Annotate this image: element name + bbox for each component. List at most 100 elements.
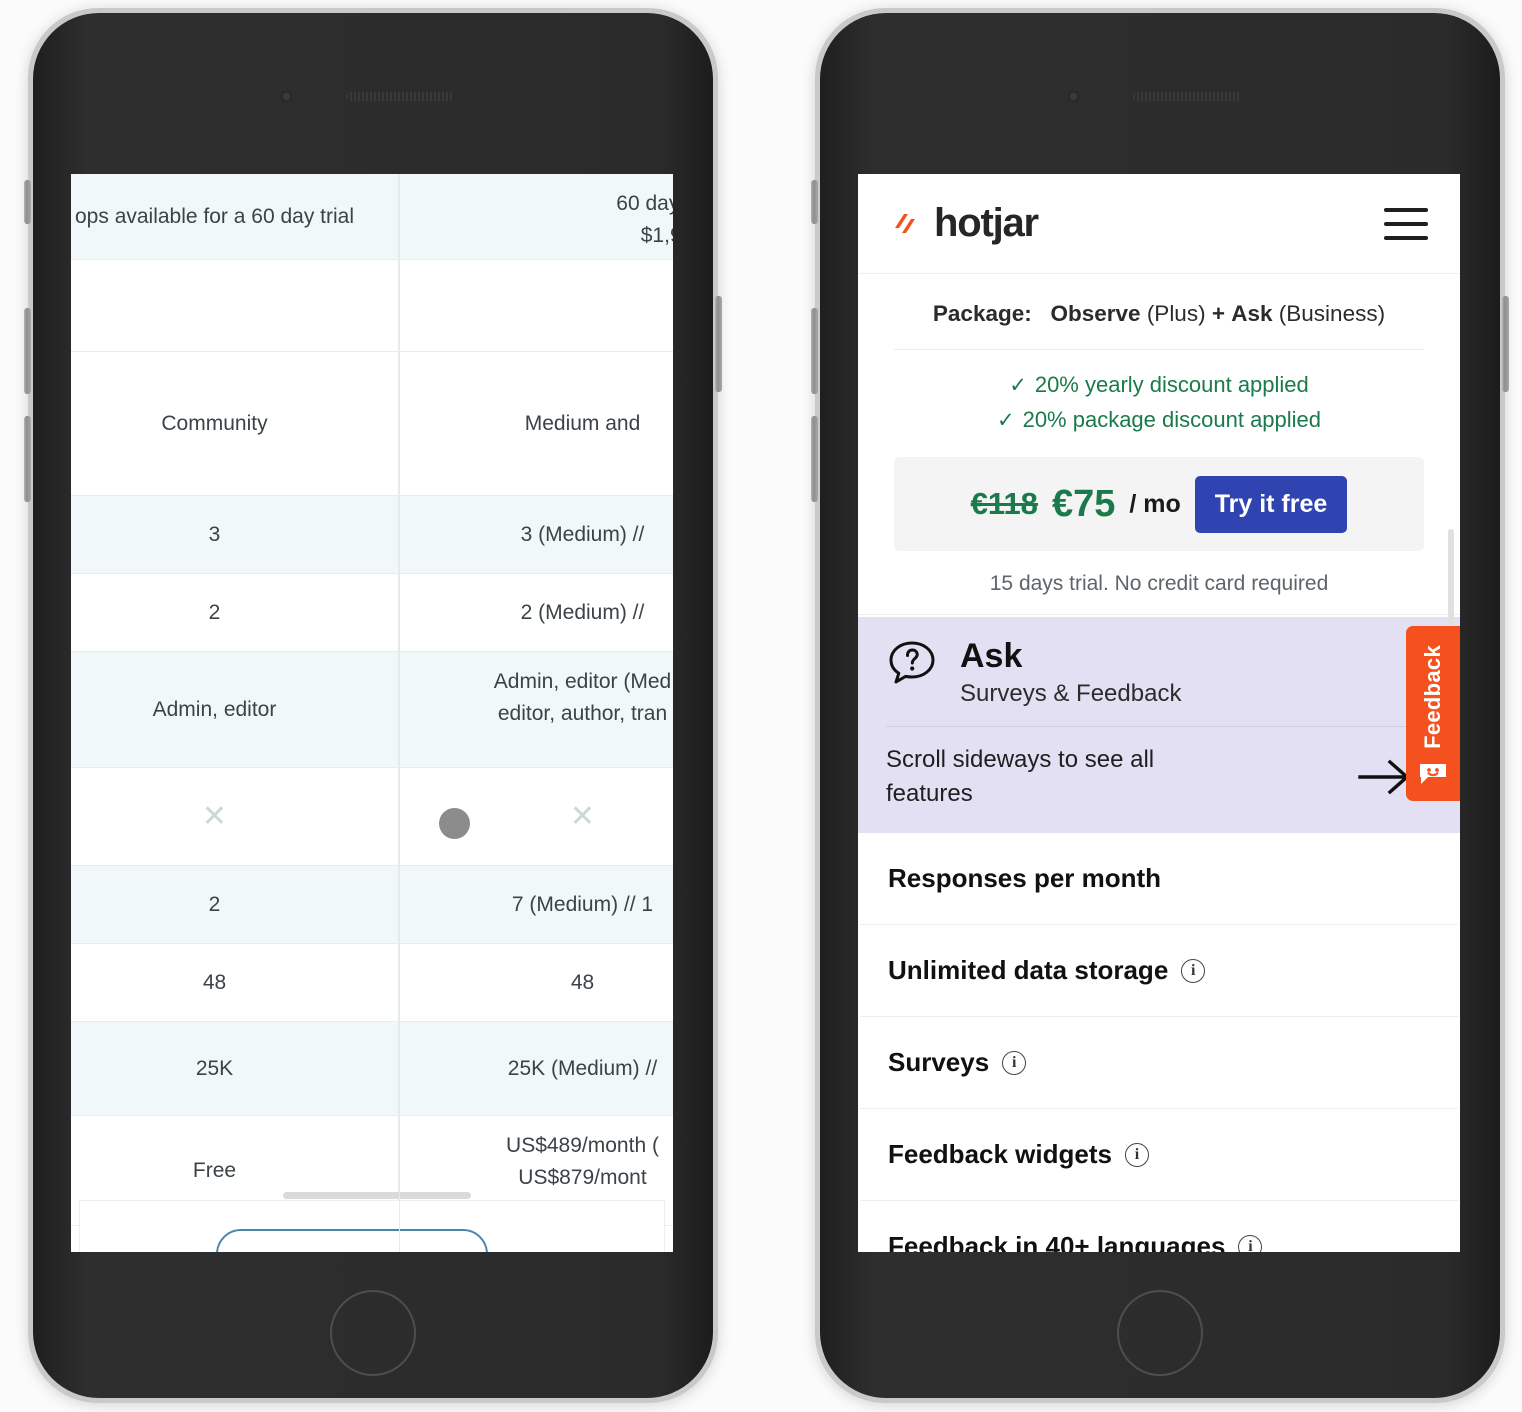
try-it-free-button[interactable]: Try it free: [1194, 475, 1348, 533]
info-icon[interactable]: i: [1124, 1142, 1149, 1167]
screenshot-stage: ops available for a 60 day trial60 day f…: [0, 0, 1522, 1412]
hotjar-flame-icon: [895, 213, 915, 233]
power-button[interactable]: [715, 296, 722, 392]
ask-header: Ask Surveys & Feedback: [858, 637, 1460, 708]
feature-label: Feedback in 40+ languages: [888, 1231, 1226, 1252]
screen-left: ops available for a 60 day trial60 day f…: [71, 174, 673, 1252]
silent-switch[interactable]: [811, 180, 818, 224]
phone-mockup-right: hotjar Package: Observe (Plus) + Ask (Bu…: [811, 8, 1509, 1403]
table-cell: Medium and: [399, 352, 673, 495]
hotjar-logo[interactable]: hotjar: [892, 201, 1039, 246]
phone-body-left: ops available for a 60 day trial60 day f…: [33, 13, 713, 1398]
feedback-tab-button[interactable]: Feedback: [1406, 626, 1460, 801]
trial-note: 15 days trial. No credit card required: [858, 551, 1460, 616]
table-cell: 48: [399, 944, 673, 1021]
table-row: 48 48: [71, 944, 673, 1022]
question-bubble-icon: [889, 641, 935, 684]
table-cell-line: US$879/mont: [518, 1165, 647, 1189]
earpiece-speaker-icon: [1133, 92, 1241, 101]
feature-row[interactable]: Surveys i: [860, 1017, 1458, 1110]
package-ask-tier: (Business): [1278, 301, 1386, 326]
table-row: 22 (Medium) //: [71, 574, 673, 652]
price-original: €118: [970, 486, 1038, 522]
price-bar: €118 €75 / mo Try it free: [894, 457, 1424, 552]
horizontal-scrollbar[interactable]: [283, 1192, 471, 1199]
table-column-divider: [399, 174, 400, 1252]
check-icon: ✓: [1009, 374, 1027, 397]
package-label: Package:: [932, 301, 1032, 326]
info-icon[interactable]: i: [1238, 1234, 1263, 1252]
feature-label: Surveys: [888, 1047, 990, 1078]
table-row: [71, 260, 673, 352]
volume-up-button[interactable]: [24, 308, 31, 394]
table-cell: ✕: [71, 768, 399, 865]
table-cell-line: 60 day free tr: [616, 192, 673, 215]
table-cell: 2 (Medium) //: [399, 574, 673, 651]
package-plus: +: [1211, 301, 1225, 326]
discount-item-yearly: ✓ 20% yearly discount applied: [858, 368, 1460, 403]
hotjar-pricing-page: hotjar Package: Observe (Plus) + Ask (Bu…: [858, 174, 1460, 1252]
table-cell: 2: [71, 574, 399, 651]
package-summary: Package: Observe (Plus) + Ask (Business): [858, 274, 1460, 349]
front-camera-icon: [1068, 91, 1079, 102]
table-cell-line: $1,995/mo: [640, 223, 673, 247]
bottom-cta-button[interactable]: [216, 1229, 488, 1252]
hamburger-menu-icon[interactable]: [1384, 207, 1428, 240]
feature-label: Responses per month: [888, 863, 1162, 894]
package-observe-tier: (Plus): [1146, 301, 1206, 326]
discount-item-package: ✓ 20% package discount applied: [858, 403, 1460, 438]
discount-yearly-label: 20% yearly discount applied: [1034, 372, 1309, 397]
table-cell: [399, 260, 673, 351]
hotjar-wordmark: hotjar: [934, 201, 1039, 245]
table-cell: 7 (Medium) // 1: [399, 866, 673, 943]
bottom-cta-container: [79, 1200, 665, 1252]
feature-row[interactable]: Unlimited data storage i: [860, 925, 1458, 1018]
scroll-hint-row[interactable]: Scroll sideways to see all features: [858, 727, 1460, 819]
table-cell: ops available for a 60 day trial: [71, 174, 399, 259]
discount-package-label: 20% package discount applied: [1022, 406, 1322, 432]
table-cell: [71, 260, 399, 351]
site-header: hotjar: [858, 174, 1460, 274]
info-icon[interactable]: i: [1181, 958, 1206, 983]
silent-switch[interactable]: [24, 180, 31, 224]
feature-list: Responses per month Unlimited data storag…: [858, 833, 1460, 1252]
volume-up-button[interactable]: [811, 308, 818, 394]
feature-label: Unlimited data storage: [888, 955, 1169, 986]
price-discounted: €75: [1051, 482, 1116, 525]
cross-icon: ✕: [201, 800, 228, 833]
table-cell: 3 (Medium) //: [399, 496, 673, 573]
volume-down-button[interactable]: [811, 416, 818, 502]
front-camera-icon: [281, 91, 292, 102]
feature-row[interactable]: Feedback in 40+ languages i: [860, 1201, 1458, 1252]
home-button[interactable]: [1117, 1290, 1203, 1376]
table-row: 33 (Medium) //: [71, 496, 673, 574]
table-cell: 48: [71, 944, 399, 1021]
table-cell: 60 day free tr $1,995/mo: [399, 174, 673, 259]
table-row: 27 (Medium) // 1: [71, 866, 673, 944]
table-row: 25K 25K (Medium) //: [71, 1022, 673, 1116]
power-button[interactable]: [1502, 296, 1509, 392]
table-row: ops available for a 60 day trial60 day f…: [71, 174, 673, 260]
scroll-hint-text: Scroll sideways to see all features: [886, 746, 1155, 808]
ask-subtitle: Surveys & Feedback: [960, 680, 1182, 708]
home-button[interactable]: [330, 1290, 416, 1376]
feature-row[interactable]: Feedback widgets i: [860, 1109, 1458, 1202]
phone-body-right: hotjar Package: Observe (Plus) + Ask (Bu…: [820, 13, 1500, 1398]
ask-title: Ask: [960, 637, 1023, 676]
table-cell: 2: [71, 866, 399, 943]
smiley-feedback-icon: [1420, 764, 1446, 785]
comparison-table[interactable]: ops available for a 60 day trial60 day f…: [71, 174, 673, 1252]
price-period: / mo: [1129, 489, 1181, 518]
table-cell-line: Admin, editor (Med: [493, 670, 672, 693]
screen-right: hotjar Package: Observe (Plus) + Ask (Bu…: [858, 174, 1460, 1252]
table-cell: Admin, editor: [71, 652, 399, 767]
volume-down-button[interactable]: [24, 416, 31, 502]
touch-indicator: [439, 808, 470, 839]
package-ask: Ask: [1231, 301, 1273, 326]
table-cell: 25K (Medium) //: [399, 1022, 673, 1115]
discount-list: ✓ 20% yearly discount applied ✓ 20% packag…: [858, 350, 1460, 451]
feature-row[interactable]: Responses per month: [860, 833, 1458, 926]
info-icon[interactable]: i: [1002, 1050, 1027, 1075]
table-cell: 25K: [71, 1022, 399, 1115]
vertical-scrollbar[interactable]: [1448, 529, 1454, 637]
